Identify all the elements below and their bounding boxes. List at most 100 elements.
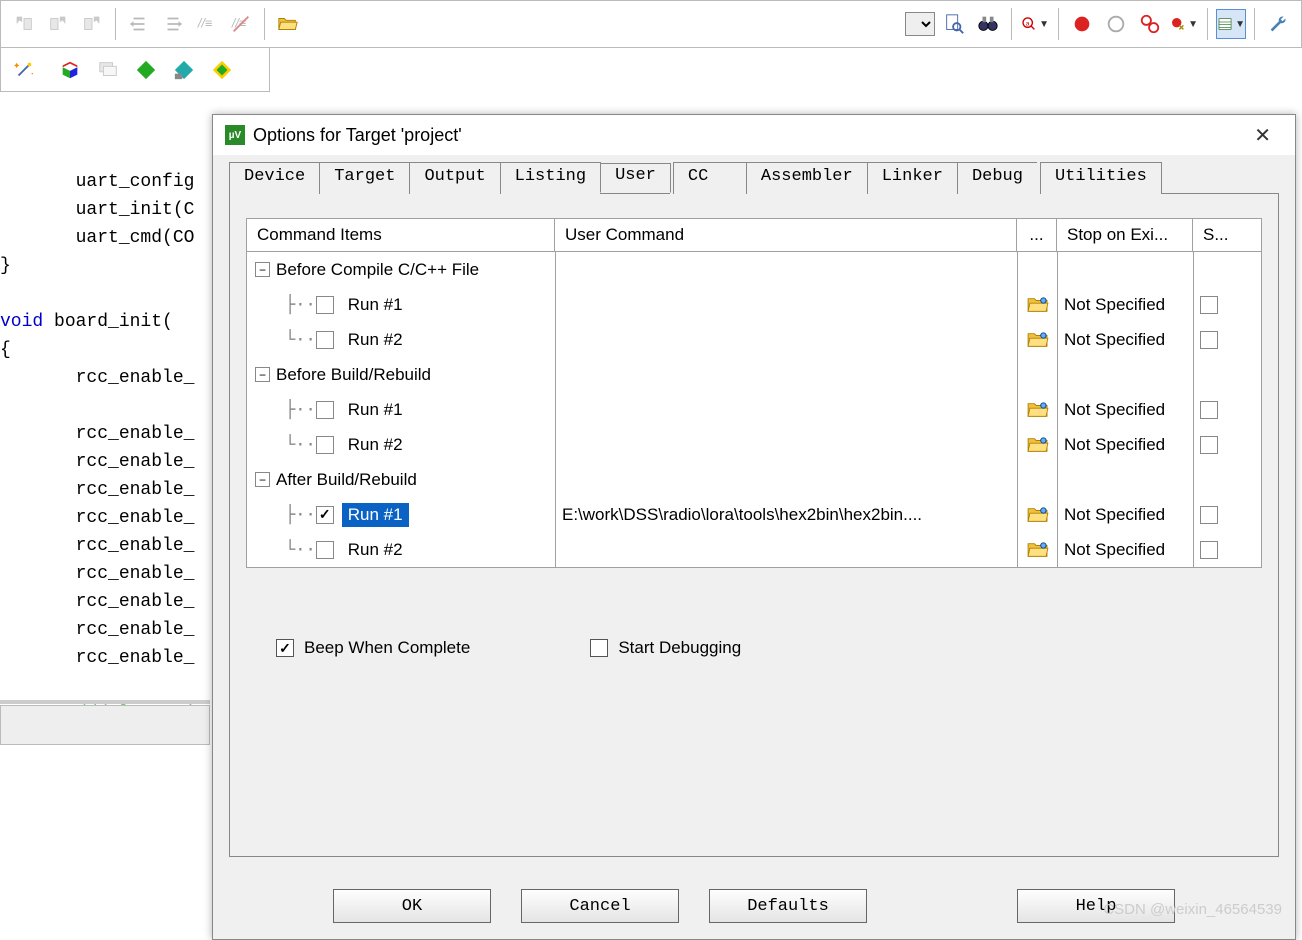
uncomment-icon[interactable]: //≡	[226, 9, 256, 39]
run-checkbox[interactable]	[316, 331, 334, 349]
col-command-items[interactable]: Command Items	[247, 219, 555, 251]
browse-button[interactable]	[1017, 392, 1057, 427]
tree-group[interactable]: −Before Build/Rebuild	[247, 357, 1261, 392]
tab-output[interactable]: Output	[409, 162, 500, 194]
tree-run-row[interactable]: ├··Run #1E:\work\DSS\radio\lora\tools\he…	[247, 497, 1261, 532]
col-s[interactable]: S...	[1193, 219, 1229, 251]
run-checkbox[interactable]	[316, 541, 334, 559]
tab-utilities[interactable]: Utilities	[1040, 162, 1162, 194]
toolbar-dropdown[interactable]	[905, 12, 935, 36]
watermark: CSDN @weixin_46564539	[1103, 901, 1282, 918]
comment-icon[interactable]: //≡	[192, 9, 222, 39]
user-command-cell[interactable]: E:\work\DSS\radio\lora\tools\hex2bin\hex…	[555, 497, 1017, 532]
stacks-icon[interactable]	[93, 55, 123, 85]
start-debugging-checkbox[interactable]: Start Debugging	[590, 638, 741, 658]
tab-linker[interactable]: Linker	[867, 162, 958, 194]
run-label: Run #1	[342, 293, 409, 317]
browse-button[interactable]	[1017, 427, 1057, 462]
stop-on-exit-cell[interactable]: Not Specified	[1057, 427, 1193, 462]
breakpoint-red-icon[interactable]	[1067, 9, 1097, 39]
run-checkbox[interactable]	[316, 296, 334, 314]
tree-expander-icon[interactable]: −	[255, 262, 270, 277]
s-checkbox[interactable]	[1193, 322, 1229, 357]
wrench-icon[interactable]	[1263, 9, 1293, 39]
browse-button[interactable]	[1017, 532, 1057, 567]
tree-expander-icon[interactable]: −	[255, 472, 270, 487]
col-browse[interactable]: ...	[1017, 219, 1057, 251]
search-doc-icon[interactable]	[939, 9, 969, 39]
diamond-teal-icon[interactable]	[169, 55, 199, 85]
tree-run-row[interactable]: └··Run #2Not Specified	[247, 427, 1261, 462]
stop-on-exit-cell[interactable]: Not Specified	[1057, 532, 1193, 567]
tree-run-row[interactable]: └··Run #2Not Specified	[247, 322, 1261, 357]
group-label: Before Compile C/C++ File	[276, 260, 479, 280]
tree-expander-icon[interactable]: −	[255, 367, 270, 382]
tab-listing[interactable]: Listing	[500, 162, 601, 194]
stop-on-exit-cell[interactable]: Not Specified	[1057, 392, 1193, 427]
folder-open-icon[interactable]	[273, 9, 303, 39]
nav-back-icon[interactable]	[9, 9, 39, 39]
group-label: Before Build/Rebuild	[276, 365, 431, 385]
breakpoint-grey-icon[interactable]	[1101, 9, 1131, 39]
tab-assembler[interactable]: Assembler	[746, 162, 868, 194]
tab-cc[interactable]: CC	[673, 162, 747, 194]
nav-up-icon[interactable]	[77, 9, 107, 39]
user-command-cell[interactable]	[555, 392, 1017, 427]
s-checkbox[interactable]	[1193, 392, 1229, 427]
close-icon[interactable]: ✕	[1242, 119, 1283, 152]
user-command-cell[interactable]	[555, 427, 1017, 462]
indent-left-icon[interactable]	[124, 9, 154, 39]
tab-user[interactable]: User	[600, 163, 671, 193]
tab-target[interactable]: Target	[319, 162, 410, 194]
output-panel	[0, 705, 210, 745]
code-editor[interactable]: uart_config uart_init(C uart_cmd(CO } vo…	[0, 140, 210, 728]
s-checkbox[interactable]	[1193, 497, 1229, 532]
diamond-multi-icon[interactable]	[207, 55, 237, 85]
tree-run-row[interactable]: ├··Run #1Not Specified	[247, 287, 1261, 322]
binoculars-icon[interactable]	[973, 9, 1003, 39]
beep-label: Beep When Complete	[304, 638, 470, 658]
run-checkbox[interactable]	[316, 436, 334, 454]
col-stop[interactable]: Stop on Exi...	[1057, 219, 1193, 251]
svg-text://≡: //≡	[197, 16, 213, 31]
tab-debug[interactable]: Debug	[957, 162, 1038, 194]
breakpoint-kill-icon[interactable]: ▼	[1169, 9, 1199, 39]
magic-wand-icon[interactable]	[9, 55, 39, 85]
tree-group[interactable]: −Before Compile C/C++ File	[247, 252, 1261, 287]
ok-button[interactable]: OK	[333, 889, 491, 923]
breakpoint-disable-icon[interactable]	[1135, 9, 1165, 39]
tab-device[interactable]: Device	[229, 162, 320, 194]
user-command-cell[interactable]	[555, 287, 1017, 322]
app-icon: µV	[225, 125, 245, 145]
cube-icon[interactable]	[55, 55, 85, 85]
cancel-button[interactable]: Cancel	[521, 889, 679, 923]
run-label: Run #2	[342, 433, 409, 457]
col-user-command[interactable]: User Command	[555, 219, 1017, 251]
tree-run-row[interactable]: ├··Run #1Not Specified	[247, 392, 1261, 427]
nav-fwd-icon[interactable]	[43, 9, 73, 39]
tree-run-row[interactable]: └··Run #2Not Specified	[247, 532, 1261, 567]
user-command-cell[interactable]	[555, 322, 1017, 357]
stop-on-exit-cell[interactable]: Not Specified	[1057, 322, 1193, 357]
browse-button[interactable]	[1017, 287, 1057, 322]
beep-checkbox[interactable]: Beep When Complete	[276, 638, 470, 658]
s-checkbox[interactable]	[1193, 427, 1229, 462]
window-list-icon[interactable]: ▼	[1216, 9, 1246, 39]
run-checkbox[interactable]	[316, 506, 334, 524]
dialog-tabs: Device Target Output Listing User CC Ass…	[213, 155, 1295, 193]
browse-button[interactable]	[1017, 322, 1057, 357]
find-marker-icon[interactable]: a▼	[1020, 9, 1050, 39]
stop-on-exit-cell[interactable]: Not Specified	[1057, 497, 1193, 532]
defaults-button[interactable]: Defaults	[709, 889, 867, 923]
stop-on-exit-cell[interactable]: Not Specified	[1057, 287, 1193, 322]
browse-button[interactable]	[1017, 497, 1057, 532]
run-checkbox[interactable]	[316, 401, 334, 419]
indent-right-icon[interactable]	[158, 9, 188, 39]
tree-group[interactable]: −After Build/Rebuild	[247, 462, 1261, 497]
splitter[interactable]	[0, 700, 210, 704]
run-label: Run #2	[342, 538, 409, 562]
s-checkbox[interactable]	[1193, 532, 1229, 567]
s-checkbox[interactable]	[1193, 287, 1229, 322]
diamond-green-icon[interactable]	[131, 55, 161, 85]
user-command-cell[interactable]	[555, 532, 1017, 567]
